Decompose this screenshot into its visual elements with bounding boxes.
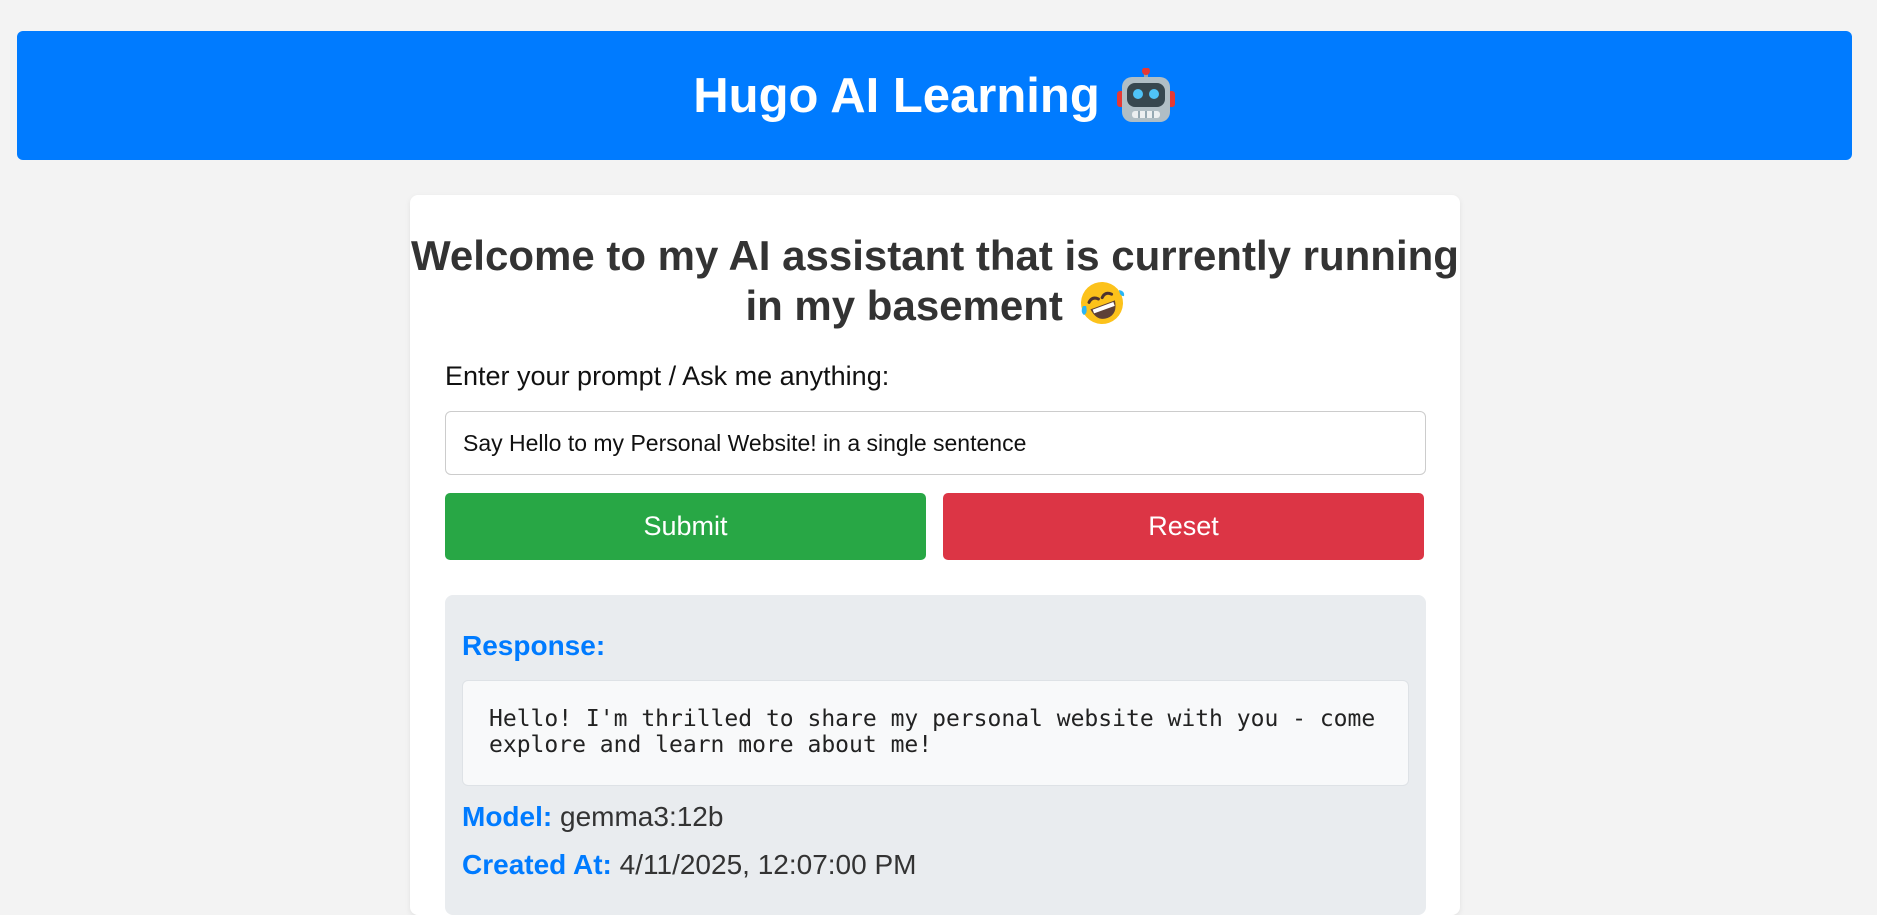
robot-icon [1116, 66, 1176, 124]
response-panel: Response: Hello! I'm thrilled to share m… [445, 595, 1426, 915]
prompt-input[interactable] [445, 411, 1426, 475]
model-value: gemma3:12b [560, 801, 724, 832]
app-title: Hugo AI Learning [693, 66, 1176, 124]
created-at-row: Created At: 4/11/2025, 12:07:00 PM [462, 849, 916, 881]
app-header: Hugo AI Learning [17, 31, 1852, 160]
model-label: Model: [462, 801, 553, 832]
model-row: Model: gemma3:12b [462, 801, 723, 833]
welcome-heading: Welcome to my AI assistant that is curre… [410, 231, 1460, 330]
submit-button[interactable]: Submit [445, 493, 926, 560]
prompt-label: Enter your prompt / Ask me anything: [445, 361, 890, 391]
app-title-text: Hugo AI Learning [693, 68, 1100, 123]
response-heading: Response: [462, 630, 606, 661]
assistant-card: Welcome to my AI assistant that is curre… [410, 195, 1460, 915]
welcome-text: Welcome to my AI assistant that is curre… [411, 232, 1459, 329]
created-at-value: 4/11/2025, 12:07:00 PM [619, 849, 917, 880]
response-text: Hello! I'm thrilled to share my personal… [462, 680, 1409, 786]
rolling-laughing-emoji-icon [1079, 280, 1125, 326]
created-at-label: Created At: [462, 849, 612, 880]
reset-button[interactable]: Reset [943, 493, 1424, 560]
